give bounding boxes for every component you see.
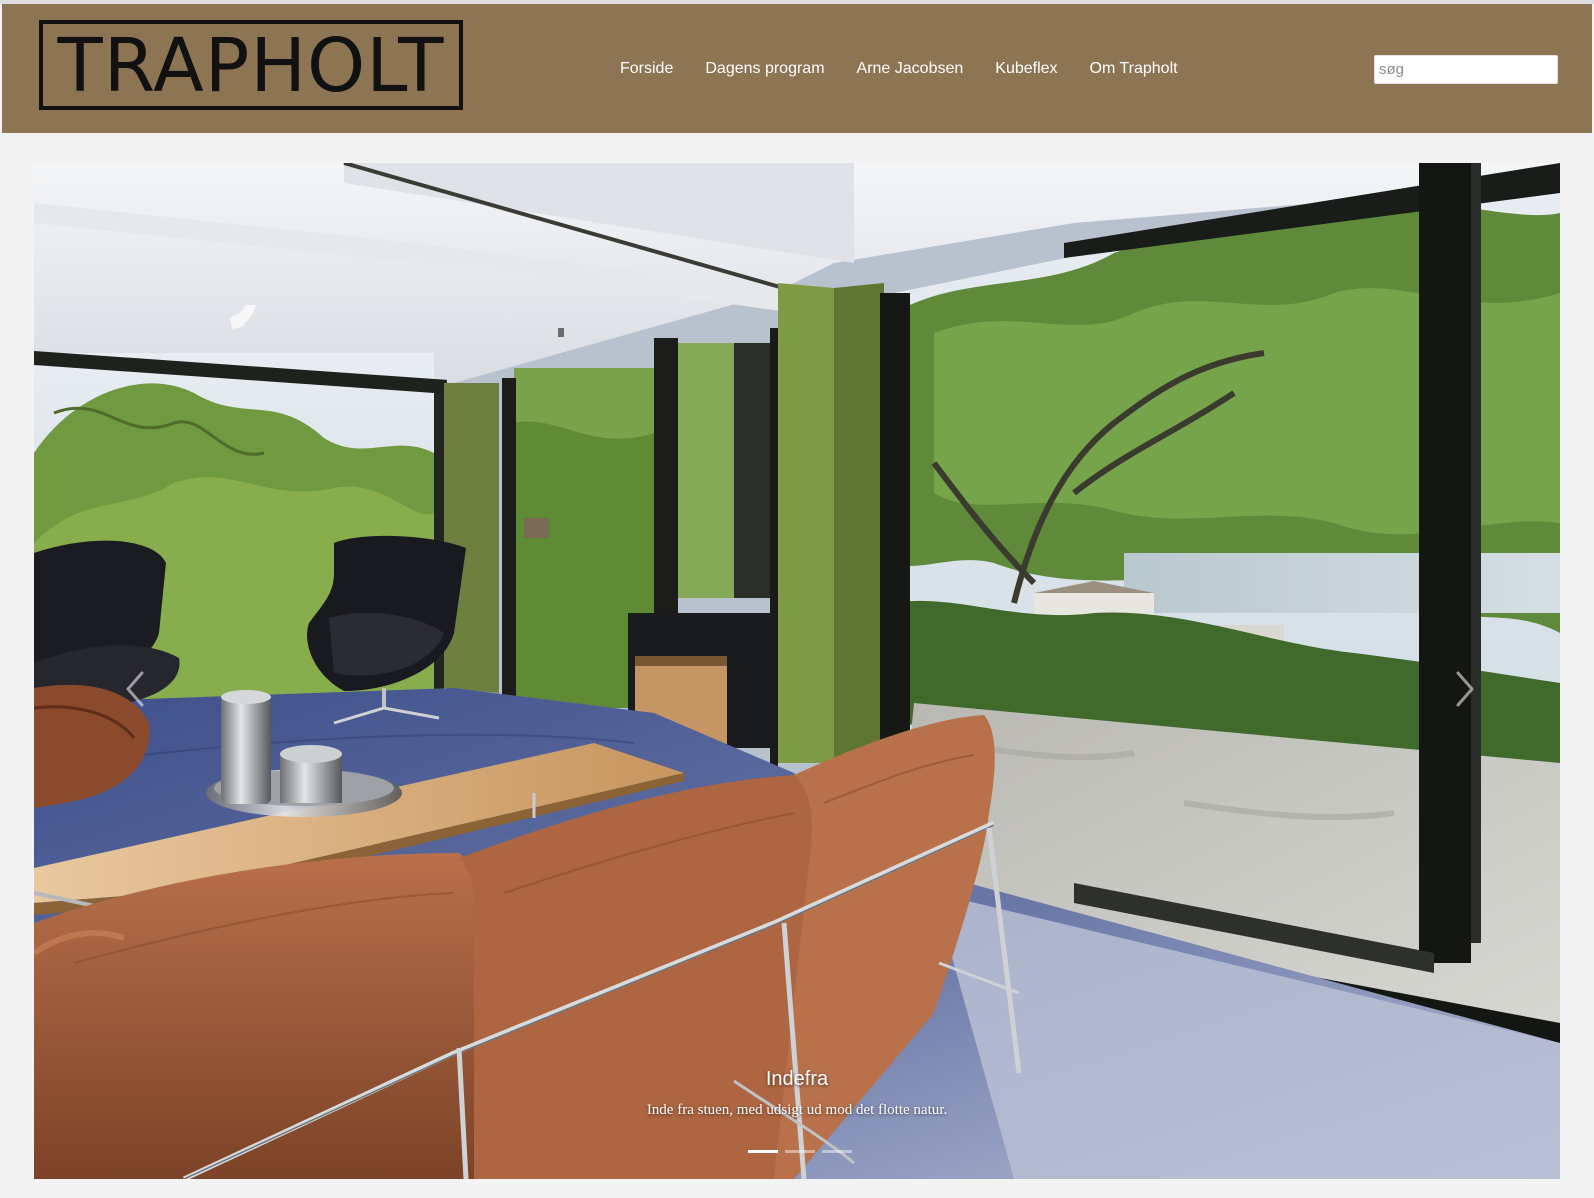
carousel-prev-button[interactable] xyxy=(116,659,156,719)
carousel-next-button[interactable] xyxy=(1444,659,1484,719)
nav-item-dagens-program[interactable]: Dagens program xyxy=(705,58,824,80)
slide-title: Indefra xyxy=(765,1068,829,1090)
slide-description: Inde fra stuen, med udsigt ud mod det fl… xyxy=(646,1102,948,1118)
chevron-right-icon xyxy=(1456,671,1474,707)
search-input[interactable] xyxy=(1374,55,1558,84)
chevron-left-icon xyxy=(126,671,144,707)
slide-caption: Indefra Inde fra stuen, med udsigt ud mo… xyxy=(34,1066,1560,1120)
nav-item-forside[interactable]: Forside xyxy=(620,58,673,80)
nav-item-om-trapholt[interactable]: Om Trapholt xyxy=(1090,58,1178,80)
logo-text: TRAPHOLT xyxy=(57,23,445,109)
slide-photo-living-room xyxy=(34,163,1560,1179)
carousel-indicator-3[interactable] xyxy=(822,1150,852,1153)
carousel-indicator-2[interactable] xyxy=(785,1150,815,1153)
trapholt-logo[interactable]: TRAPHOLT xyxy=(39,20,463,110)
image-carousel: Indefra Inde fra stuen, med udsigt ud mo… xyxy=(34,163,1560,1179)
site-header: TRAPHOLT Forside Dagens program Arne Jac… xyxy=(2,4,1592,133)
carousel-indicator-1[interactable] xyxy=(748,1150,778,1153)
main-nav: Forside Dagens program Arne Jacobsen Kub… xyxy=(620,58,1210,80)
nav-item-kubeflex[interactable]: Kubeflex xyxy=(995,58,1057,80)
carousel-indicators xyxy=(748,1150,852,1153)
nav-item-arne-jacobsen[interactable]: Arne Jacobsen xyxy=(857,58,964,80)
